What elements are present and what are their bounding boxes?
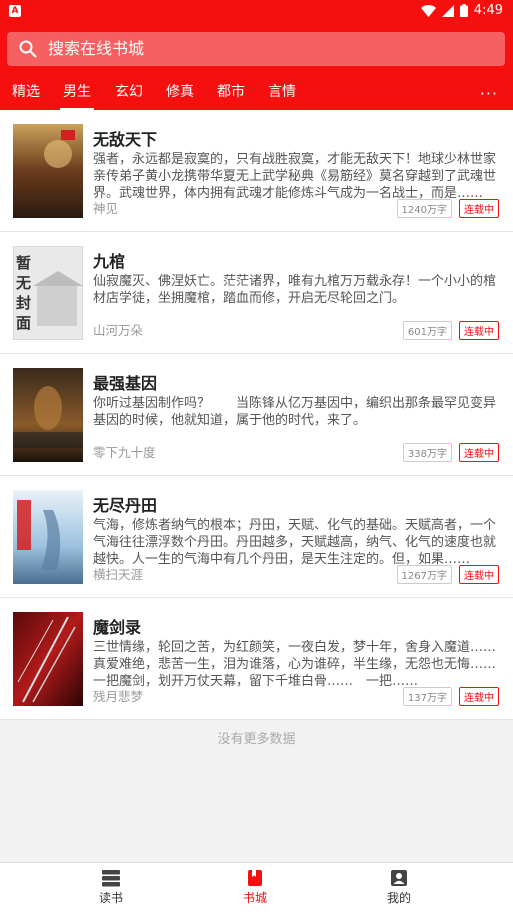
- book-cover: [13, 368, 83, 462]
- battery-icon: [459, 4, 468, 17]
- category-tabs: 精选 男生 玄幻 修真 都市 言情 ···: [0, 76, 513, 110]
- book-author: 残月悲梦: [93, 689, 144, 704]
- notification-icon: A: [9, 5, 21, 17]
- tab-male[interactable]: 男生: [60, 76, 94, 110]
- book-description: 仙寂魔灭、佛涅妖亡。茫茫诸界，唯有九棺万万载永存！一个小小的棺材店学徒，坐拥魔棺…: [93, 274, 497, 306]
- no-more-data-label: 没有更多数据: [217, 732, 296, 747]
- tab-xiuzhen[interactable]: 修真: [166, 76, 194, 110]
- book-author: 零下九十度: [93, 445, 156, 460]
- book-title: 魔剑录: [93, 618, 142, 637]
- word-count-badge: 1267万字: [396, 565, 452, 584]
- status-badge: 连载中: [459, 687, 499, 706]
- tab-fantasy[interactable]: 玄幻: [115, 76, 143, 110]
- nav-bookshelf-label: 读书: [98, 891, 123, 905]
- list-item[interactable]: 魔剑录 三世情缘，轮回之苦，为红颜笑，一夜白发，梦十年，舍身入魔道…… 真爱难绝…: [0, 598, 513, 720]
- book-cover: [13, 612, 83, 706]
- nav-profile-label: 我的: [386, 891, 411, 905]
- book-description: 气海，修炼者纳气的根本；丹田，天赋、化气的基础。天赋高者，一个气海往往漂浮数个丹…: [93, 518, 497, 567]
- clock: 4:49: [473, 3, 503, 18]
- book-author: 山河万朵: [93, 323, 144, 338]
- book-title: 九棺: [93, 252, 126, 271]
- book-description: 强者，永远都是寂寞的，只有战胜寂寞，才能无敌天下！地球少林世家亲传弟子黄小龙携带…: [93, 152, 497, 201]
- svg-text:无: 无: [15, 274, 31, 292]
- word-count-badge: 1240万字: [396, 199, 452, 218]
- book-author: 神见: [93, 201, 119, 216]
- word-count-badge: 137万字: [402, 687, 452, 706]
- nav-bookshelf[interactable]: 读书: [81, 869, 141, 906]
- book-title: 无敌天下: [93, 130, 158, 149]
- list-item[interactable]: 最强基因 你听过基因制作吗？ 当陈锋从亿万基因中，编织出那条最罕见变异基因的时候…: [0, 354, 513, 476]
- book-title: 最强基因: [93, 374, 158, 393]
- list-item[interactable]: 无敌天下 强者，永远都是寂寞的，只有战胜寂寞，才能无敌天下！地球少林世家亲传弟子…: [0, 110, 513, 232]
- svg-text:暂: 暂: [16, 254, 31, 272]
- status-badge: 连载中: [459, 199, 499, 218]
- status-bar: A 4:49: [0, 0, 513, 24]
- svg-text:封: 封: [16, 294, 31, 312]
- nav-bookstore[interactable]: 书城: [225, 869, 285, 906]
- list-item[interactable]: 无尽丹田 气海，修炼者纳气的根本；丹田，天赋、化气的基础。天赋高者，一个气海往往…: [0, 476, 513, 598]
- tab-urban[interactable]: 都市: [217, 76, 245, 110]
- book-list: 无敌天下 强者，永远都是寂寞的，只有战胜寂寞，才能无敌天下！地球少林世家亲传弟子…: [0, 110, 513, 720]
- tab-featured[interactable]: 精选: [12, 76, 40, 110]
- book-description: 三世情缘，轮回之苦，为红颜笑，一夜白发，梦十年，舍身入魔道…… 真爱难绝，悲苦一…: [93, 640, 501, 689]
- more-tabs-button[interactable]: ···: [480, 84, 498, 103]
- status-badge: 连载中: [459, 565, 499, 584]
- system-indicators: 4:49: [420, 3, 503, 18]
- bookshelf-icon: [102, 870, 120, 887]
- book-description: 你听过基因制作吗？ 当陈锋从亿万基因中，编织出那条最罕见变异基因的时候，他就知道…: [93, 396, 497, 428]
- status-badge: 连载中: [459, 321, 499, 340]
- wifi-icon: [420, 4, 436, 17]
- profile-icon: [391, 870, 407, 886]
- search-icon: [19, 40, 37, 58]
- book-title: 无尽丹田: [93, 496, 158, 515]
- svg-text:面: 面: [16, 314, 31, 332]
- status-badge: 连载中: [459, 443, 499, 462]
- bookstore-icon: [248, 870, 262, 886]
- list-item[interactable]: 暂 无 封 面 九棺 仙寂魔灭、佛涅妖亡。茫茫诸界，唯有九棺万万载永存！一个小小…: [0, 232, 513, 354]
- header: 搜索在线书城 精选 男生 玄幻 修真 都市 言情 ···: [0, 24, 513, 110]
- search-bar[interactable]: 搜索在线书城: [7, 32, 505, 66]
- book-author: 横扫天涯: [93, 567, 144, 582]
- book-cover: [13, 124, 83, 218]
- nav-bookstore-label: 书城: [242, 891, 267, 905]
- word-count-badge: 601万字: [402, 321, 452, 340]
- tab-romance[interactable]: 言情: [268, 76, 296, 110]
- signal-icon: [441, 4, 454, 17]
- book-cover: [13, 490, 83, 584]
- search-placeholder: 搜索在线书城: [48, 39, 145, 58]
- bottom-navigation: 读书 书城 我的: [0, 862, 513, 912]
- word-count-badge: 338万字: [402, 443, 452, 462]
- book-cover: 暂 无 封 面: [13, 246, 83, 340]
- nav-profile[interactable]: 我的: [369, 869, 429, 906]
